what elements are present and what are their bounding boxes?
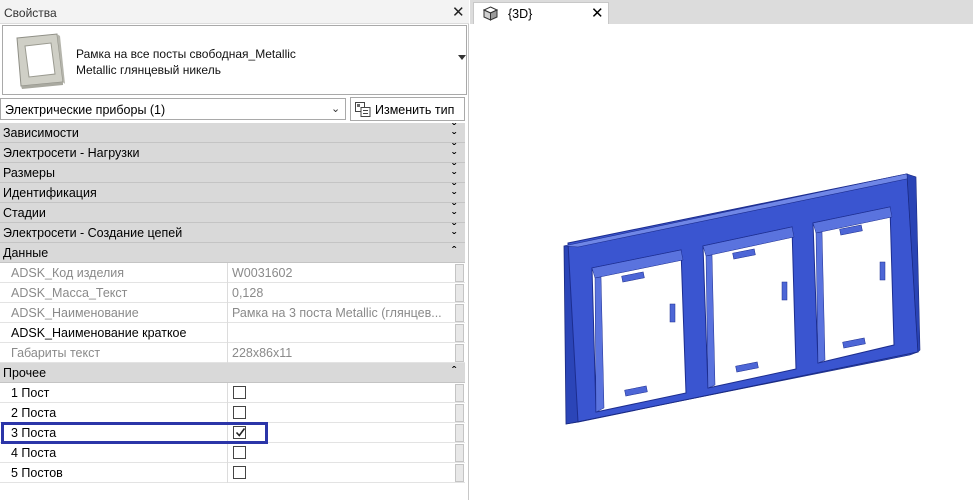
property-row[interactable]: ADSK_Наименование краткое	[0, 323, 465, 343]
group-label: Электросети - Нагрузки	[3, 146, 140, 160]
group-label: Идентификация	[3, 186, 97, 200]
frame-thumbnail-icon	[16, 33, 65, 89]
group-label: Прочее	[3, 366, 47, 380]
post-checkbox[interactable]	[233, 466, 246, 479]
property-row[interactable]: ADSK_Код изделия W0031602	[0, 263, 465, 283]
category-filter-select[interactable]: Электрические приборы (1) ⌄	[0, 98, 346, 120]
type-name-line1: Рамка на все посты свободная_Metallic	[76, 47, 296, 61]
expand-chevrons-icon[interactable]: ˇˇ	[452, 142, 456, 163]
3d-canvas[interactable]	[470, 24, 973, 500]
property-name: Габариты текст	[0, 343, 228, 363]
property-name: 4 Поста	[0, 443, 228, 463]
expand-chevrons-icon[interactable]: ˇˇ	[452, 162, 456, 183]
row-scroll-handle[interactable]	[455, 464, 464, 482]
property-name: 1 Пост	[0, 383, 228, 403]
property-name: ADSK_Код изделия	[0, 263, 228, 283]
checkbox-row[interactable]: 4 Поста	[0, 443, 465, 463]
dropdown-arrow-icon[interactable]	[458, 55, 466, 60]
group-label: Стадии	[3, 206, 46, 220]
group-label: Электросети - Создание цепей	[3, 226, 183, 240]
row-scroll-handle[interactable]	[455, 304, 464, 322]
row-scroll-handle[interactable]	[455, 344, 464, 362]
group-phasing[interactable]: Стадии ˇˇ	[0, 202, 465, 223]
group-data[interactable]: Данные ˆ	[0, 243, 465, 263]
3d-view-panel: {3D} ✕	[470, 0, 973, 500]
expand-chevrons-icon[interactable]: ˇˇ	[452, 202, 456, 223]
edit-type-label: Изменить тип	[375, 103, 455, 117]
expand-chevrons-icon[interactable]: ˇˇ	[452, 182, 456, 203]
property-name: ADSK_Масса_Текст	[0, 283, 228, 303]
group-label: Размеры	[3, 166, 55, 180]
collapse-chevrons-icon[interactable]: ˆ	[452, 245, 456, 257]
cube-icon	[483, 6, 498, 21]
property-row[interactable]: ADSK_Масса_Текст 0,128	[0, 283, 465, 303]
edit-type-icon	[355, 102, 371, 117]
checkbox-row[interactable]: 1 Пост	[0, 383, 465, 403]
row-scroll-handle[interactable]	[455, 444, 464, 462]
property-value	[229, 403, 453, 423]
row-scroll-handle[interactable]	[455, 284, 464, 302]
properties-title: Свойства	[4, 6, 57, 20]
row-scroll-handle[interactable]	[455, 424, 464, 442]
group-constraints[interactable]: Зависимости ˇˇ	[0, 122, 465, 143]
group-identity[interactable]: Идентификация ˇˇ	[0, 182, 465, 203]
post-checkbox[interactable]	[233, 386, 246, 399]
properties-title-bar: Свойства ✕	[0, 0, 469, 24]
collapse-chevrons-icon[interactable]: ˆ	[452, 365, 456, 377]
property-value: 0,128	[232, 286, 264, 300]
row-scroll-handle[interactable]	[455, 324, 464, 342]
property-value: W0031602	[232, 266, 293, 280]
type-selector[interactable]: Рамка на все посты свободная_Metallic Me…	[2, 25, 467, 95]
edit-type-button[interactable]: Изменить тип	[350, 97, 465, 121]
view-tab-bar: {3D} ✕	[470, 0, 973, 24]
row-scroll-handle[interactable]	[455, 404, 464, 422]
property-value: Рамка на 3 поста Metallic (глянцев...	[232, 306, 442, 320]
property-name: 2 Поста	[0, 403, 228, 423]
type-name: Рамка на все посты свободная_Metallic Me…	[76, 46, 296, 78]
group-electrical-loads[interactable]: Электросети - Нагрузки ˇˇ	[0, 142, 465, 163]
property-value	[229, 463, 453, 483]
property-row[interactable]: Габариты текст 228x86x11	[0, 343, 465, 363]
property-row[interactable]: ADSK_Наименование Рамка на 3 поста Metal…	[0, 303, 465, 323]
property-value	[229, 383, 453, 403]
property-name: ADSK_Наименование краткое	[0, 323, 228, 343]
group-label: Зависимости	[3, 126, 79, 140]
tab-label: {3D}	[508, 7, 533, 21]
group-circuiting[interactable]: Электросети - Создание цепей ˇˇ	[0, 222, 465, 243]
tab-3d[interactable]: {3D} ✕	[473, 2, 609, 24]
property-value	[229, 443, 453, 463]
three-post-frame-model[interactable]	[563, 173, 921, 425]
checkbox-row[interactable]: 5 Постов	[0, 463, 465, 483]
checkbox-row[interactable]: 2 Поста	[0, 403, 465, 423]
post-checkbox[interactable]	[233, 446, 246, 459]
category-filter-value: Электрические приборы (1)	[5, 103, 166, 117]
group-dimensions[interactable]: Размеры ˇˇ	[0, 162, 465, 183]
property-name: ADSK_Наименование	[0, 303, 228, 323]
properties-panel: Свойства ✕ Рамка на все посты свободная_…	[0, 0, 469, 500]
post-checkbox[interactable]	[233, 406, 246, 419]
group-other[interactable]: Прочее ˆ	[0, 363, 465, 383]
property-value: 228x86x11	[232, 346, 293, 360]
close-icon[interactable]: ✕	[452, 3, 465, 21]
close-icon[interactable]: ✕	[591, 4, 604, 22]
chevron-down-icon[interactable]: ⌄	[331, 102, 340, 115]
type-name-line2: Metallic глянцевый никель	[76, 63, 221, 77]
row-scroll-handle[interactable]	[455, 264, 464, 282]
row-scroll-handle[interactable]	[455, 384, 464, 402]
property-value-field[interactable]	[229, 323, 453, 343]
expand-chevrons-icon[interactable]: ˇˇ	[452, 122, 456, 143]
expand-chevrons-icon[interactable]: ˇˇ	[452, 222, 456, 243]
highlight-box	[1, 422, 268, 444]
property-name: 5 Постов	[0, 463, 228, 483]
group-label: Данные	[3, 246, 49, 260]
